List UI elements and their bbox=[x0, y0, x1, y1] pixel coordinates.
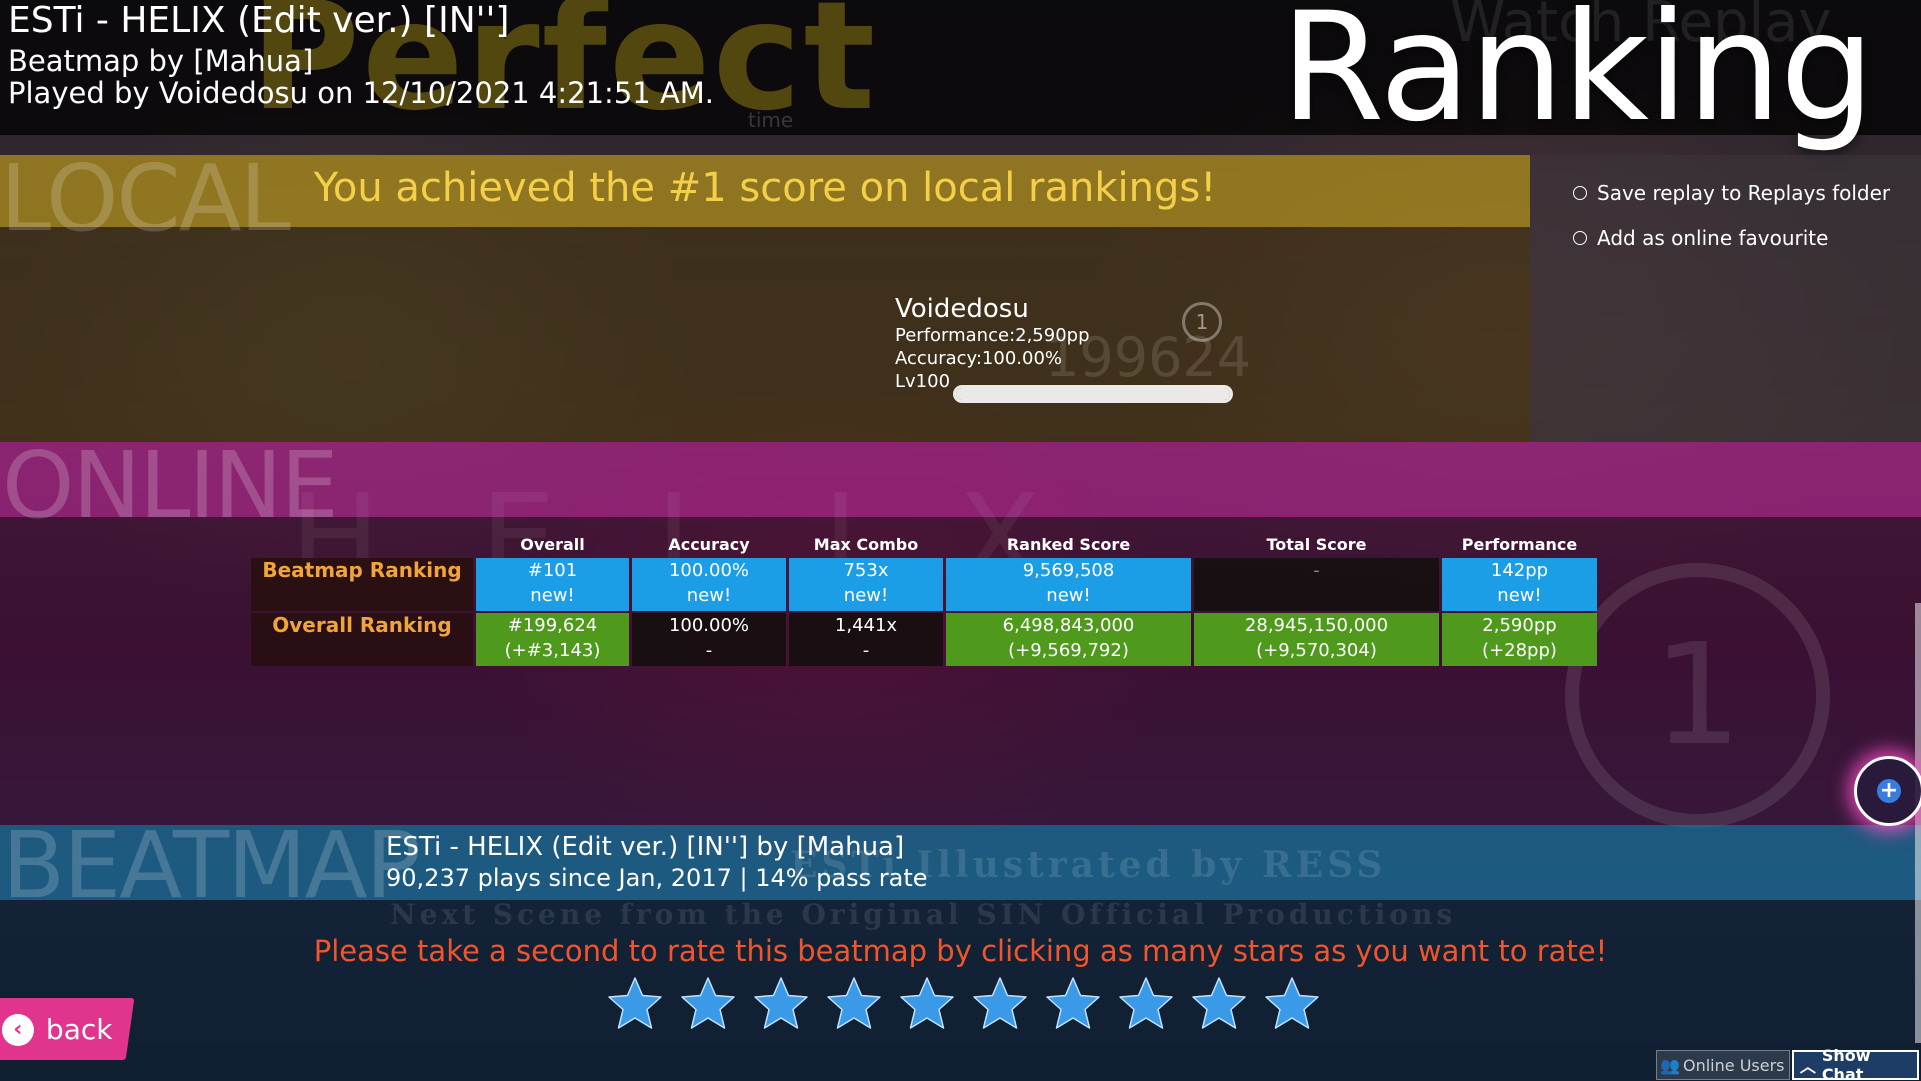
cell-change: (+9,570,304) bbox=[1256, 640, 1377, 661]
beatmap-name: ESTi - HELIX (Edit ver.) [IN''] by [Mahu… bbox=[386, 832, 905, 862]
total-score-cell: 28,945,150,000 (+9,570,304) bbox=[1194, 613, 1439, 666]
accuracy-cell: 100.00% new! bbox=[632, 558, 786, 611]
cell-change: new! bbox=[1046, 585, 1091, 606]
cell-change: (+9,569,792) bbox=[1008, 640, 1129, 661]
online-users-button[interactable]: 👥 Online Users bbox=[1656, 1050, 1790, 1080]
row-label: Overall Ranking bbox=[251, 613, 473, 666]
local-panel bbox=[0, 227, 1530, 442]
cell-value: 142pp bbox=[1490, 560, 1549, 581]
cell-change: (+#3,143) bbox=[504, 640, 601, 661]
max-combo-cell: 1,441x - bbox=[789, 613, 943, 666]
online-users-label: Online Users bbox=[1683, 1055, 1785, 1075]
cell-change: (+28pp) bbox=[1482, 640, 1557, 661]
cell-value: 100.00% bbox=[668, 560, 750, 581]
cell-value: 9,569,508 bbox=[1022, 560, 1115, 581]
column-header: Overall bbox=[520, 534, 585, 554]
beatmap-banner bbox=[0, 825, 1921, 900]
chevron-up-icon: ︿ bbox=[1799, 1057, 1816, 1076]
add-favourite-label: Add as online favourite bbox=[1597, 226, 1829, 250]
cell-value: 6,498,843,000 bbox=[1002, 615, 1135, 636]
save-replay-label: Save replay to Replays folder bbox=[1597, 181, 1891, 205]
big-rank-circle-icon: 1 bbox=[1565, 563, 1830, 828]
star-icon[interactable] bbox=[606, 975, 664, 1033]
scrollbar[interactable] bbox=[1915, 603, 1921, 1043]
player-name: Voidedosu bbox=[895, 294, 1029, 324]
cell-value: 2,590pp bbox=[1482, 615, 1557, 636]
cell-change: new! bbox=[686, 585, 732, 606]
header-blank bbox=[251, 532, 473, 556]
column-header: Max Combo bbox=[813, 534, 919, 554]
cell-value: 753x bbox=[843, 560, 889, 581]
cell-value: - bbox=[1313, 560, 1320, 581]
cell-value: 100.00% bbox=[668, 615, 750, 636]
show-chat-button[interactable]: ︿ Show Chat bbox=[1792, 1046, 1919, 1081]
performance-cell: 142pp new! bbox=[1442, 558, 1597, 611]
performance-cell: 2,590pp (+28pp) bbox=[1442, 613, 1597, 666]
total-score-cell: - bbox=[1194, 558, 1439, 611]
online-stats-table: Overall Accuracy Max Combo Ranked Score … bbox=[248, 530, 1600, 668]
column-header: Performance bbox=[1461, 534, 1578, 554]
max-combo-cell: 753x new! bbox=[789, 558, 943, 611]
player-performance: Performance:2,590pp bbox=[895, 325, 1090, 346]
cell-value: 1,441x bbox=[834, 615, 898, 636]
column-header: Accuracy bbox=[668, 534, 750, 554]
cell-value: #199,624 bbox=[507, 615, 598, 636]
level-progress-bar bbox=[953, 385, 1233, 403]
cell-change: new! bbox=[1497, 585, 1542, 606]
online-banner bbox=[0, 442, 1921, 517]
star-icon[interactable] bbox=[752, 975, 810, 1033]
cell-value: 28,945,150,000 bbox=[1244, 615, 1389, 636]
rank-badge-icon: 1 bbox=[1182, 302, 1222, 342]
save-replay-option[interactable]: Save replay to Replays folder bbox=[1573, 181, 1890, 205]
column-header: Ranked Score bbox=[1006, 534, 1131, 554]
radio-icon[interactable] bbox=[1573, 231, 1587, 245]
star-icon[interactable] bbox=[1190, 975, 1248, 1033]
rank-badge-number: 1 bbox=[1195, 310, 1209, 334]
star-icon[interactable] bbox=[679, 975, 737, 1033]
add-favourite-option[interactable]: Add as online favourite bbox=[1573, 226, 1828, 250]
cell-change: - bbox=[705, 640, 713, 661]
overall-cell: #199,624 (+#3,143) bbox=[476, 613, 629, 666]
show-chat-label: Show Chat bbox=[1821, 1046, 1871, 1081]
star-icon[interactable] bbox=[1263, 975, 1321, 1033]
local-achievement-message: You achieved the #1 score on local ranki… bbox=[313, 165, 1217, 211]
beatmap-creator: Beatmap by [Mahua] bbox=[8, 44, 314, 78]
ranked-score-cell: 9,569,508 new! bbox=[946, 558, 1191, 611]
row-label: Beatmap Ranking bbox=[251, 558, 473, 611]
song-title: ESTi - HELIX (Edit ver.) [IN''] bbox=[8, 0, 510, 41]
player-level: Lv100 bbox=[895, 371, 951, 392]
cell-change: - bbox=[862, 640, 870, 661]
star-icon[interactable] bbox=[825, 975, 883, 1033]
level-progress-fill bbox=[956, 388, 1230, 400]
radio-icon[interactable] bbox=[1573, 186, 1587, 200]
overlay-toggle-button[interactable]: + bbox=[1854, 756, 1921, 826]
cell-change: new! bbox=[530, 585, 575, 606]
table-header-row: Overall Accuracy Max Combo Ranked Score … bbox=[251, 532, 1597, 556]
cell-change: new! bbox=[843, 585, 889, 606]
cell-value: #101 bbox=[527, 560, 578, 581]
ranked-score-cell: 6,498,843,000 (+9,569,792) bbox=[946, 613, 1191, 666]
big-rank-number: 1 bbox=[1652, 614, 1743, 777]
back-label: back bbox=[46, 1012, 113, 1046]
chevron-left-icon: ‹ bbox=[2, 1013, 34, 1045]
player-accuracy: Accuracy:100.00% bbox=[895, 348, 1063, 369]
overall-ranking-row: Overall Ranking #199,624 (+#3,143) 100.00… bbox=[251, 613, 1597, 666]
page-title: Ranking bbox=[1280, 0, 1875, 155]
star-icon[interactable] bbox=[898, 975, 956, 1033]
accuracy-cell: 100.00% - bbox=[632, 613, 786, 666]
star-icon[interactable] bbox=[1117, 975, 1175, 1033]
beatmap-stats: 90,237 plays since Jan, 2017 | 14% pass … bbox=[386, 864, 928, 892]
star-rating bbox=[606, 975, 1321, 1033]
users-icon: 👥 bbox=[1660, 1055, 1680, 1075]
rate-message: Please take a second to rate this beatma… bbox=[313, 934, 1608, 968]
overall-cell: #101 new! bbox=[476, 558, 629, 611]
played-by: Played by Voidedosu on 12/10/2021 4:21:5… bbox=[8, 76, 715, 110]
back-button[interactable]: ‹ back bbox=[0, 998, 135, 1060]
star-icon[interactable] bbox=[971, 975, 1029, 1033]
column-header: Total Score bbox=[1266, 534, 1367, 554]
plus-icon: + bbox=[1877, 779, 1901, 803]
star-icon[interactable] bbox=[1044, 975, 1102, 1033]
beatmap-ranking-row: Beatmap Ranking #101 new! 100.00% new! 753… bbox=[251, 558, 1597, 611]
